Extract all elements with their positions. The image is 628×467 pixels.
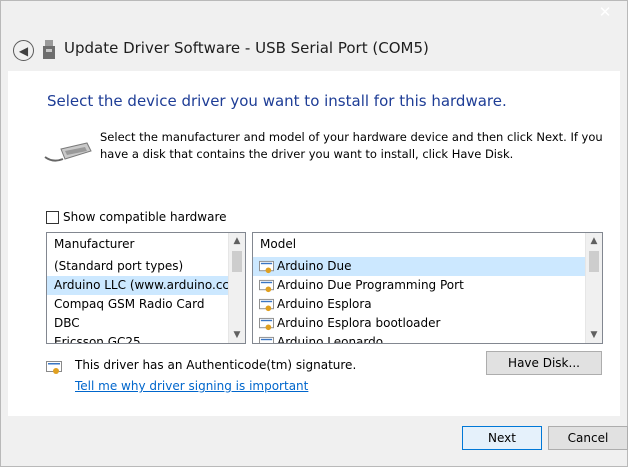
model-item[interactable]: Arduino Due <box>253 257 585 276</box>
model-item[interactable]: Arduino Leonardo <box>253 333 585 343</box>
checkbox-box[interactable] <box>46 210 59 224</box>
model-item[interactable]: Arduino Due Programming Port <box>253 276 585 295</box>
model-item[interactable]: Arduino Esplora <box>253 295 585 314</box>
model-scrollbar[interactable]: ▲ ▼ <box>585 233 602 343</box>
dialog-header: ◀ Update Driver Software - USB Serial Po… <box>1 31 627 69</box>
scroll-down-icon[interactable]: ▼ <box>586 327 602 343</box>
manufacturer-item-label: (Standard port types) <box>54 259 184 273</box>
model-item-label: Arduino Due <box>277 259 352 273</box>
close-button[interactable]: ✕ <box>587 1 623 23</box>
manufacturer-items: (Standard port types) Arduino LLC (www.ar… <box>47 257 228 343</box>
show-compatible-checkbox[interactable]: Show compatible hardware <box>46 210 227 224</box>
manufacturer-list[interactable]: Manufacturer (Standard port types) Arduin… <box>46 232 246 344</box>
next-button[interactable]: Next <box>462 426 542 450</box>
model-item[interactable]: Arduino Esplora bootloader <box>253 314 585 333</box>
manufacturer-item[interactable]: DBC <box>47 314 228 333</box>
usb-device-icon <box>43 40 55 59</box>
model-list-header: Model <box>260 237 297 251</box>
manufacturer-item-label: Ericsson GC25 <box>54 335 141 343</box>
page-heading: Select the device driver you want to ins… <box>47 92 507 110</box>
manufacturer-item[interactable]: (Standard port types) <box>47 257 228 276</box>
instructions-text: Select the manufacturer and model of you… <box>100 130 603 161</box>
manufacturer-item-label: DBC <box>54 316 80 330</box>
model-items: Arduino Due Arduino Due Programming Port A… <box>253 257 585 343</box>
manufacturer-scrollbar[interactable]: ▲ ▼ <box>228 233 245 343</box>
driver-signing-link[interactable]: Tell me why driver signing is important <box>75 379 308 393</box>
manufacturer-item-label: Compaq GSM Radio Card <box>54 297 205 311</box>
signed-driver-icon <box>46 361 62 374</box>
cancel-button[interactable]: Cancel <box>548 426 628 450</box>
model-list[interactable]: Model Arduino Due Arduino Due Programming… <box>252 232 603 344</box>
back-arrow-icon: ◀ <box>18 43 29 58</box>
signature-text: This driver has an Authenticode(tm) sign… <box>75 358 357 372</box>
manufacturer-list-header: Manufacturer <box>54 237 135 251</box>
model-item-label: Arduino Leonardo <box>277 335 384 343</box>
scroll-up-icon[interactable]: ▲ <box>586 233 602 249</box>
scroll-down-icon[interactable]: ▼ <box>229 327 245 343</box>
manufacturer-item-label: Arduino LLC (www.arduino.cc) <box>54 278 228 292</box>
serial-cable-icon <box>44 142 92 162</box>
back-button[interactable]: ◀ <box>13 40 34 61</box>
signed-driver-icon <box>259 298 274 311</box>
window-title: Update Driver Software - USB Serial Port… <box>64 39 429 57</box>
close-icon: ✕ <box>598 3 612 21</box>
signed-driver-icon <box>259 279 274 292</box>
scroll-thumb[interactable] <box>232 251 242 272</box>
main-content: Select the device driver you want to ins… <box>8 71 620 416</box>
manufacturer-item[interactable]: Arduino LLC (www.arduino.cc) <box>47 276 228 295</box>
manufacturer-item[interactable]: Ericsson GC25 <box>47 333 228 343</box>
signed-driver-icon <box>259 317 274 330</box>
update-driver-dialog: ✕ ◀ Update Driver Software - USB Serial … <box>0 0 628 467</box>
scroll-up-icon[interactable]: ▲ <box>229 233 245 249</box>
show-compatible-label: Show compatible hardware <box>63 210 227 224</box>
model-item-label: Arduino Esplora <box>277 297 372 311</box>
model-item-label: Arduino Due Programming Port <box>277 278 464 292</box>
model-item-label: Arduino Esplora bootloader <box>277 316 441 330</box>
have-disk-button[interactable]: Have Disk... <box>486 351 602 375</box>
signed-driver-icon <box>259 336 274 343</box>
signed-driver-icon <box>259 260 274 273</box>
manufacturer-item[interactable]: Compaq GSM Radio Card <box>47 295 228 314</box>
scroll-thumb[interactable] <box>589 251 599 272</box>
title-bar: ✕ <box>1 1 627 27</box>
